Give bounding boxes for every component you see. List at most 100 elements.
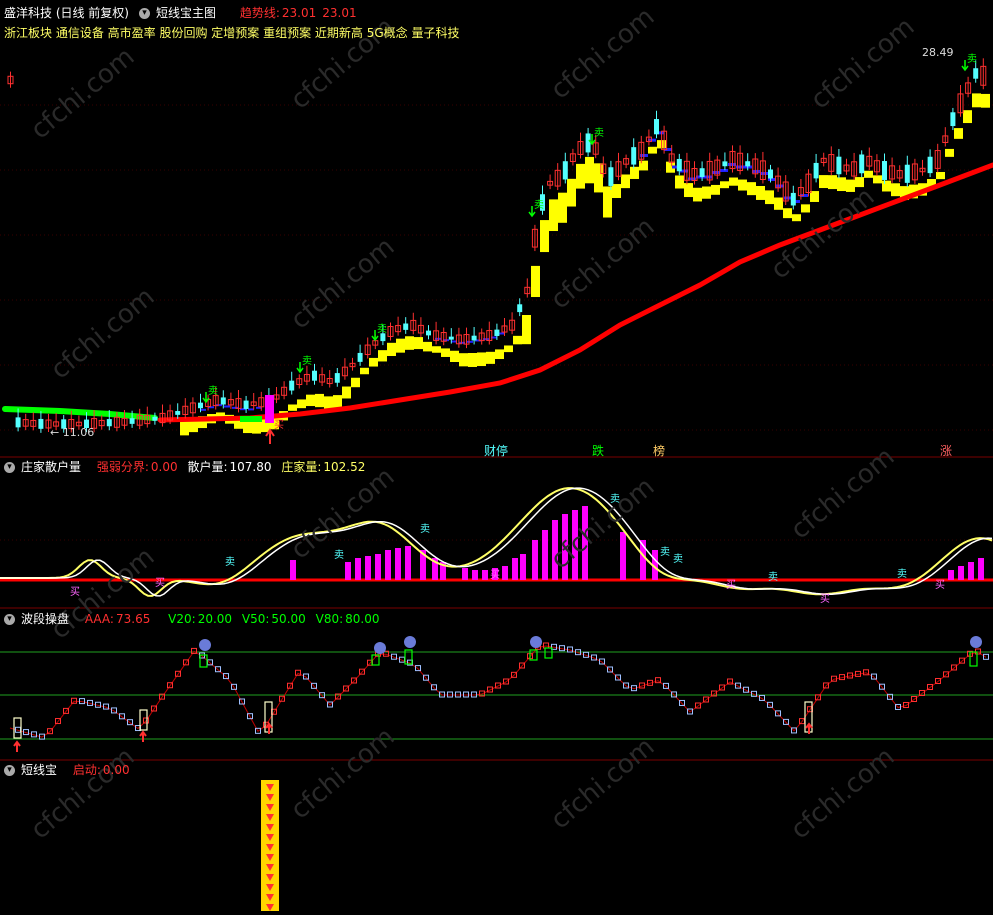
support-ribbon-segment bbox=[720, 181, 729, 189]
support-ribbon-segment bbox=[432, 346, 441, 353]
pane4-name[interactable]: 短线宝 bbox=[21, 763, 57, 777]
support-ribbon-segment bbox=[747, 182, 756, 196]
pane2-dropdown-icon[interactable]: ▾ bbox=[4, 462, 15, 473]
pane2-field3-value: 102.52 bbox=[323, 460, 366, 474]
support-ribbon-segment bbox=[594, 163, 603, 193]
support-ribbon-segment bbox=[945, 148, 954, 157]
sell-label: 卖 bbox=[302, 355, 312, 367]
buy-signal-candle bbox=[265, 395, 274, 423]
dealer-volume-bar bbox=[482, 570, 488, 580]
aaa-label: AAA: bbox=[84, 612, 114, 626]
candle-body bbox=[676, 158, 682, 172]
support-ribbon-segment bbox=[306, 394, 315, 407]
candle-body bbox=[631, 147, 637, 165]
event-tag-fall: 跌 bbox=[592, 444, 605, 458]
candle-body bbox=[471, 335, 477, 341]
band-wave-line bbox=[9, 645, 987, 738]
support-ribbon-segment bbox=[540, 220, 549, 253]
candle-body bbox=[882, 161, 887, 180]
v50-value: 50.00 bbox=[271, 612, 306, 626]
pane3-dropdown-icon[interactable]: ▾ bbox=[4, 614, 15, 625]
candle-body bbox=[106, 419, 112, 427]
candle-body bbox=[312, 370, 317, 381]
v80-value: 80.00 bbox=[345, 612, 380, 626]
support-ribbon-segment bbox=[360, 367, 369, 375]
dealer-volume-bar bbox=[355, 558, 361, 580]
low-price-label: ← 11.06 bbox=[50, 426, 95, 439]
support-ribbon-segment bbox=[603, 186, 612, 218]
support-ribbon-segment bbox=[351, 377, 360, 388]
support-ribbon-segment bbox=[378, 350, 387, 362]
support-ribbon-segment bbox=[315, 393, 324, 408]
support-ribbon-segment bbox=[963, 110, 972, 124]
aaa-value: 73.65 bbox=[115, 612, 151, 626]
buy-signal-label: 买 bbox=[935, 579, 945, 591]
support-ribbon-segment bbox=[495, 349, 504, 360]
support-ribbon-segment bbox=[558, 192, 567, 223]
pane4-dropdown-icon[interactable]: ▾ bbox=[4, 765, 15, 776]
pane2-name[interactable]: 庄家散户量 bbox=[21, 460, 81, 474]
support-ribbon-segment bbox=[783, 208, 792, 219]
trend-value-2: 23.01 bbox=[322, 6, 357, 20]
indicator-name[interactable]: 短线宝主图 bbox=[156, 6, 216, 20]
pane3-name[interactable]: 波段操盘 bbox=[21, 612, 69, 626]
watermark-text: cfchi.com bbox=[285, 232, 400, 335]
candle-body bbox=[175, 411, 181, 415]
candle-body bbox=[129, 418, 135, 424]
candle-body bbox=[289, 380, 295, 391]
watermark-text: cfchi.com bbox=[545, 212, 660, 315]
support-ribbon-segment bbox=[774, 197, 783, 210]
support-ribbon-segment bbox=[441, 348, 450, 357]
dealer-volume-bar bbox=[462, 568, 468, 580]
watermark-text: cfchi.com bbox=[285, 722, 400, 825]
candle-body bbox=[357, 352, 363, 362]
sell-signal-label: 卖 bbox=[768, 571, 778, 583]
support-ribbon-segment bbox=[819, 175, 828, 189]
main-chart-header: 盛洋科技 (日线 前复权) ▾ 短线宝主图 趋势线: 23.01 23.01 bbox=[4, 6, 363, 20]
sell-signal-label: 卖 bbox=[660, 546, 670, 558]
candle-body bbox=[494, 329, 500, 336]
dealer-volume-bar bbox=[978, 558, 984, 580]
candle-body bbox=[426, 330, 431, 336]
support-ribbon-segment bbox=[522, 314, 531, 345]
watermark-text: cfchi.com bbox=[785, 442, 900, 545]
support-ribbon-segment bbox=[369, 357, 378, 367]
start-value: 0.00 bbox=[102, 763, 130, 777]
candle-body bbox=[745, 161, 751, 167]
dealer-volume-bar bbox=[405, 546, 411, 580]
support-ribbon-segment bbox=[531, 265, 540, 298]
high-price-label: 28.49 bbox=[922, 46, 954, 59]
buy-arrow-icon bbox=[265, 428, 275, 444]
support-ribbon-segment bbox=[549, 199, 558, 232]
support-ribbon-segment bbox=[882, 180, 891, 192]
dealer-volume-bar bbox=[290, 560, 296, 580]
v50-label: V50: bbox=[241, 612, 270, 626]
pane4-header: ▾ 短线宝 启动: 0.00 bbox=[4, 763, 136, 777]
support-ribbon-segment bbox=[648, 146, 657, 154]
candle-body bbox=[220, 397, 226, 405]
dealer-volume-bar bbox=[502, 566, 508, 580]
dealer-volume-bar bbox=[532, 540, 538, 580]
pane2-field1-label: 强弱分界: bbox=[96, 460, 149, 474]
sell-signal-label: 卖 bbox=[334, 549, 344, 561]
support-ribbon-segment bbox=[711, 184, 720, 195]
pane2-field2-label: 散户量: bbox=[187, 460, 228, 474]
pane2-field2-value: 107.80 bbox=[229, 460, 272, 474]
support-ribbon-segment bbox=[342, 386, 351, 399]
resistance-segment bbox=[760, 172, 768, 175]
resistance-segment bbox=[467, 340, 473, 343]
dealer-volume-bar bbox=[512, 558, 518, 580]
support-ribbon-segment bbox=[684, 183, 693, 198]
candle-body bbox=[562, 161, 568, 180]
watermark-text: cfchi.com bbox=[45, 282, 160, 385]
candle-body bbox=[836, 156, 842, 175]
candle-body bbox=[904, 164, 910, 183]
dealer-volume-bar bbox=[472, 570, 478, 580]
support-ribbon-segment bbox=[504, 345, 513, 353]
start-label: 启动: bbox=[72, 763, 101, 777]
indicator-dropdown-icon[interactable]: ▾ bbox=[139, 8, 150, 19]
band-buy-arrow-icon bbox=[13, 740, 21, 752]
buy-signal-label: 买 bbox=[155, 577, 165, 589]
sell-label: 卖 bbox=[594, 127, 604, 139]
pane2-field3-label: 庄家量: bbox=[281, 460, 322, 474]
